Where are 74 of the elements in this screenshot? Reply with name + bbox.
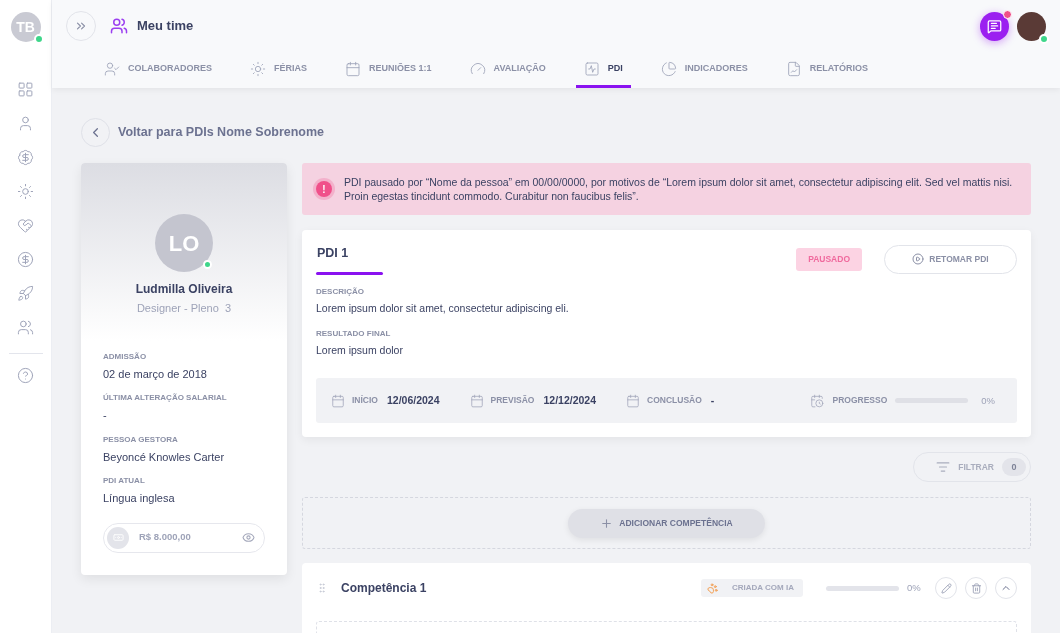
tab-icon xyxy=(583,60,600,77)
calendar-icon xyxy=(626,393,641,408)
tab-icon xyxy=(104,60,120,77)
chat-icon xyxy=(987,18,1002,34)
alert-icon: ! xyxy=(316,181,332,197)
section-label: DESCRIÇÃO xyxy=(316,285,365,298)
nav-tab[interactable]: AVALIAÇÃO xyxy=(461,52,554,88)
tab-icon xyxy=(785,60,802,77)
field-label: ADMISSÃO xyxy=(103,350,148,363)
nav-tab[interactable]: COLABORADORES xyxy=(96,52,220,88)
sun-icon[interactable] xyxy=(17,183,34,200)
nav-tab[interactable]: REUNIÕES 1:1 xyxy=(337,52,440,88)
tab-icon xyxy=(250,60,266,77)
date-value: 12/12/2024 xyxy=(543,392,597,408)
section-value: Lorem ipsum dolor sit amet, consectetur adipiscing eli. xyxy=(316,300,570,316)
nav-tab[interactable]: INDICADORES xyxy=(652,52,756,88)
date-label: PREVISÃO xyxy=(490,394,535,408)
chat-button[interactable] xyxy=(980,11,1009,41)
drag-handle-icon[interactable] xyxy=(316,581,328,596)
field-value: 02 de março de 2018 xyxy=(103,366,208,382)
team-icon[interactable] xyxy=(17,319,34,336)
filter-icon xyxy=(936,460,951,475)
tab-icon xyxy=(345,60,362,77)
nav-tab[interactable]: RELATÓRIOS xyxy=(777,52,877,88)
competency-title: Competência 1 xyxy=(341,580,427,598)
date-label: CONCLUSÃO xyxy=(647,394,702,408)
banknote-icon xyxy=(112,532,124,543)
team-icon xyxy=(110,17,128,35)
field-value: - xyxy=(103,408,108,423)
calendar-icon xyxy=(469,393,484,408)
tab-icon xyxy=(660,60,677,77)
date-label: INÍCIO xyxy=(352,394,378,408)
date-value: - xyxy=(710,392,715,408)
user-icon[interactable] xyxy=(17,115,34,132)
calendar-icon xyxy=(331,393,345,408)
profile-role: Designer - Pleno 3 xyxy=(136,301,232,316)
section-value: Lorem ipsum dolor xyxy=(316,342,404,358)
help-icon[interactable] xyxy=(17,367,34,384)
ai-tag: CRIADA COM IA xyxy=(701,579,803,598)
pdi-title: PDI 1 xyxy=(316,245,350,262)
alert-text: PDI pausado por “Nome da pessoa” em 00/00/0000, por motivos de “Lorem ipsum dolor sit amet, consectetur adipiscing elit. Sed vel mattis nisi. Proin egestas tincidunt commodo. Curabitur non faucibus felis”. xyxy=(344,175,1014,203)
page-title: Meu time xyxy=(137,17,194,36)
coin-icon[interactable] xyxy=(17,251,34,268)
money-icon[interactable] xyxy=(17,149,34,166)
field-label: ÚLTIMA ALTERAÇÃO SALARIAL xyxy=(103,392,228,404)
salary-value: R$ 8.000,00 xyxy=(139,530,191,545)
trash-icon xyxy=(970,582,982,594)
grid-icon[interactable] xyxy=(17,81,34,98)
field-value: Língua inglesa xyxy=(103,491,176,506)
add-competency-button[interactable]: ADICIONAR COMPETÊNCIA xyxy=(568,508,765,538)
tab-icon xyxy=(469,60,486,77)
progress-label: PROGRESSO xyxy=(832,394,888,408)
paw-icon xyxy=(707,582,718,594)
field-label: PDI ATUAL xyxy=(103,475,146,487)
progress-reading: 0% xyxy=(981,393,995,408)
double-chevron-icon xyxy=(74,19,88,33)
date-value: 12/06/2024 xyxy=(387,392,440,408)
nav-tab[interactable]: PDI xyxy=(575,52,631,88)
field-value: Beyoncé Knowles Carter xyxy=(103,449,226,465)
back-link[interactable]: Voltar para PDIs Nome Sobrenome xyxy=(118,123,325,142)
play-icon xyxy=(912,253,925,266)
filter-count: 0 xyxy=(1002,458,1026,477)
nav-tab[interactable]: FÉRIAS xyxy=(242,52,316,88)
plus-icon xyxy=(600,516,614,530)
pencil-icon xyxy=(940,582,952,594)
calendar-clock-icon xyxy=(810,393,825,408)
profile-name: Ludmilla Oliveira xyxy=(135,281,233,298)
competency-reading: 0% xyxy=(907,581,922,596)
rocket-icon[interactable] xyxy=(17,285,34,302)
section-label: RESULTADO FINAL xyxy=(316,327,392,340)
field-label: PESSOA GESTORA xyxy=(103,433,179,446)
status-badge: PAUSADO xyxy=(796,248,862,271)
profile-avatar: LO xyxy=(155,214,213,272)
show-icon[interactable] xyxy=(242,531,255,544)
